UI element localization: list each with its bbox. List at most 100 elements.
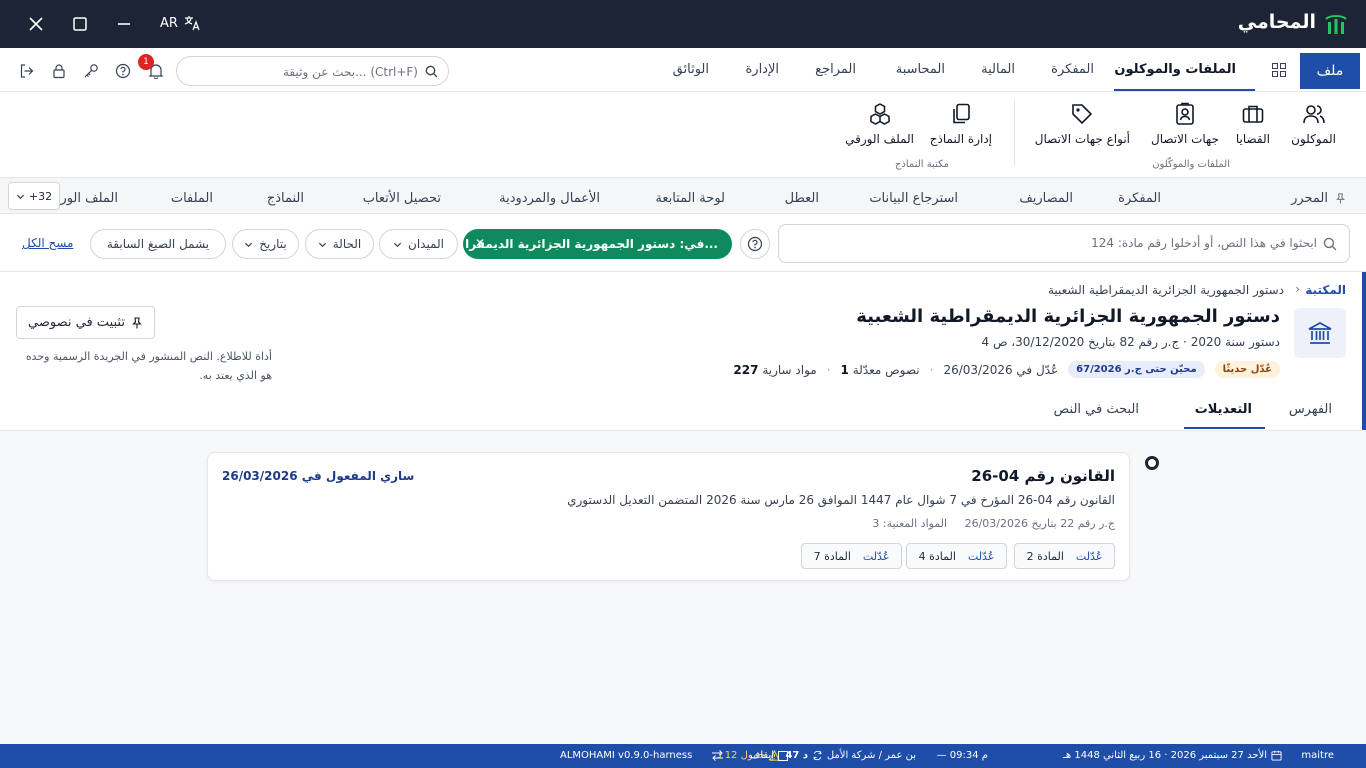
swap-arrows-icon — [712, 750, 723, 761]
file-menu-button[interactable]: ملف — [1300, 53, 1360, 89]
text-search-input[interactable]: ابحثوا في هذا النص، أو أدخلوا رقم مادة: … — [778, 224, 1350, 263]
language-label: AR — [160, 15, 178, 31]
menu-item-references[interactable]: المراجع — [815, 62, 856, 77]
amendment-effective-status: ساري المفعول في 26/03/2026 — [222, 469, 415, 483]
amendment-gazette-ref: ج.ر رقم 22 بتاريخ 26/03/2026 — [964, 517, 1115, 530]
close-window-button[interactable] — [24, 12, 48, 36]
close-icon — [29, 17, 43, 31]
tab-dashboard[interactable]: لوحة المتابعة — [655, 191, 725, 206]
clients-button[interactable]: الموكلون — [1291, 102, 1336, 146]
contact-card-icon — [1176, 102, 1194, 125]
keys-button[interactable] — [83, 63, 99, 79]
help-button[interactable] — [115, 63, 131, 79]
menu-item-files-clients[interactable]: الملفات والموكلون — [1114, 62, 1236, 77]
domain-filter-dropdown[interactable]: الميدان — [379, 229, 458, 259]
tab-works-profitability[interactable]: الأعمال والمردودية — [499, 191, 600, 206]
language-switch[interactable]: AR — [160, 15, 200, 31]
article-amended-tag: عُدّلت — [862, 549, 890, 563]
pin-button-label: تثبيت في نصوصي — [28, 315, 125, 330]
status-switch-button[interactable] — [711, 750, 724, 761]
stat-separator: · — [929, 362, 934, 377]
menu-item-documents[interactable]: الوثائق — [673, 62, 709, 77]
menu-item-agenda[interactable]: المفكرة — [1051, 62, 1094, 77]
apps-grid-button[interactable] — [1272, 63, 1286, 77]
amended-label: نصوص معدّلة — [852, 362, 920, 377]
menu-item-accounting[interactable]: المحاسبة — [896, 62, 945, 77]
remove-scope-icon[interactable]: ✕ — [475, 236, 485, 250]
date-filter-dropdown[interactable]: بتاريخ — [232, 229, 299, 259]
article-label: المادة 7 — [813, 549, 851, 563]
app-logo — [1324, 13, 1348, 35]
contact-types-button[interactable]: أنواع جهات الاتصال — [1035, 102, 1130, 146]
paper-file-button[interactable]: الملف الورقي — [845, 102, 914, 146]
status-pause-button[interactable]: إيقاف — [750, 750, 788, 761]
tab-data-recovery[interactable]: استرجاع البيانات — [869, 191, 958, 206]
text-search-placeholder: ابحثوا في هذا النص، أو أدخلوا رقم مادة: … — [1091, 236, 1317, 250]
menu-item-finance[interactable]: المالية — [981, 62, 1015, 77]
document-stats: 227 مواد سارية · 1 نصوص معدّلة · عُدّل ف… — [733, 361, 1280, 378]
articles-count: 227 — [733, 362, 759, 377]
include-previous-versions-toggle[interactable]: يشمل الصيغ السابقة — [90, 229, 226, 259]
official-text-disclaimer: أداة للاطلاع. النص المنشور في الجريدة ال… — [25, 350, 272, 382]
affected-article-chip[interactable]: المادة 2 عُدّلت — [1014, 543, 1115, 569]
pin-to-my-texts-button[interactable]: تثبيت في نصوصي — [16, 306, 155, 339]
tab-agenda[interactable]: المفكرة — [1118, 191, 1161, 206]
app-title: المحامي — [1237, 11, 1316, 33]
more-tabs-count: +32 — [28, 189, 53, 203]
module-tabs-bar: المحرر المفكرة المصاريف استرجاع البيانات… — [0, 178, 1366, 214]
status-filter-dropdown[interactable]: الحالة — [305, 229, 374, 259]
articles-label: مواد سارية — [762, 362, 817, 377]
chevron-down-icon — [16, 194, 24, 199]
clear-all-link[interactable]: مسح الكل — [22, 236, 73, 250]
maximize-icon — [73, 17, 87, 31]
tab-index[interactable]: الفهرس — [1289, 402, 1332, 417]
status-office: بن عمر / شركة الأمل — [827, 750, 916, 761]
tab-files[interactable]: الملفات — [171, 191, 213, 206]
tab-amendments[interactable]: التعديلات — [1195, 402, 1252, 417]
minimize-icon — [118, 23, 130, 25]
breadcrumb-library[interactable]: المكتبة — [1305, 283, 1346, 297]
amendment-reference-line: ج.ر رقم 22 بتاريخ 26/03/2026 المواد المع… — [872, 517, 1115, 530]
tab-templates[interactable]: النماذج — [267, 191, 304, 206]
ribbon-divider — [1014, 100, 1015, 166]
tab-holidays[interactable]: العطل — [785, 191, 819, 206]
lock-icon — [53, 64, 65, 79]
templates-management-button[interactable]: إدارة النماذج — [930, 102, 992, 146]
logout-button[interactable] — [19, 63, 35, 79]
logout-icon — [20, 64, 34, 78]
lock-button[interactable] — [51, 63, 67, 79]
chevron-down-icon — [393, 242, 402, 247]
articles-stat: 227 مواد سارية — [733, 363, 816, 377]
maximize-window-button[interactable] — [68, 12, 92, 36]
menu-item-administration[interactable]: الإدارة — [745, 62, 779, 77]
date-filter-label: بتاريخ — [259, 237, 287, 251]
global-search-input[interactable]: بحث عن وثيقة... (Ctrl+F) — [176, 56, 449, 86]
help-circle-icon — [747, 236, 763, 252]
contacts-button[interactable]: جهات الاتصال — [1151, 102, 1219, 146]
status-user: maitre — [1301, 750, 1334, 761]
document-publication-meta: دستور سنة 2020 · ج.ر رقم 82 بتاريخ 30/12… — [981, 335, 1280, 349]
cases-button[interactable]: القضايا — [1236, 102, 1270, 146]
search-icon — [1323, 237, 1337, 251]
affected-article-chip[interactable]: المادة 4 عُدّلت — [906, 543, 1007, 569]
minimize-window-button[interactable] — [112, 12, 136, 36]
scope-filter-chip[interactable]: في: دستور الجمهورية الجزائرية الديمقرا..… — [463, 229, 732, 259]
more-tabs-dropdown[interactable]: +32 — [8, 182, 60, 210]
amended-stat: 1 نصوص معدّلة — [841, 363, 920, 377]
tab-expenses[interactable]: المصاريف — [1019, 191, 1073, 206]
tab-editor[interactable]: المحرر — [1291, 191, 1328, 206]
tab-fees-collection[interactable]: تحصيل الأتعاب — [363, 191, 441, 206]
logo-icon — [1325, 15, 1347, 34]
tab-search-in-text[interactable]: البحث في النص — [1054, 402, 1139, 417]
stat-separator: · — [826, 362, 831, 377]
include-previous-label: يشمل الصيغ السابقة — [106, 237, 210, 251]
search-placeholder: بحث عن وثيقة... (Ctrl+F) — [283, 65, 418, 79]
tab-paper-file[interactable]: الملف الور — [60, 191, 118, 206]
amendment-card[interactable]: القانون رقم 04-26 ساري المفعول في 26/03/… — [207, 452, 1130, 581]
amended-on-date: عُدّل في 26/03/2026 — [943, 362, 1059, 377]
menu-active-underline — [1114, 89, 1255, 91]
affected-article-chip[interactable]: المادة 7 عُدّلت — [801, 543, 902, 569]
search-help-button[interactable] — [740, 229, 770, 259]
status-office-text: بن عمر / شركة الأمل — [826, 750, 916, 761]
status-time: — 09:34 م — [936, 750, 988, 761]
